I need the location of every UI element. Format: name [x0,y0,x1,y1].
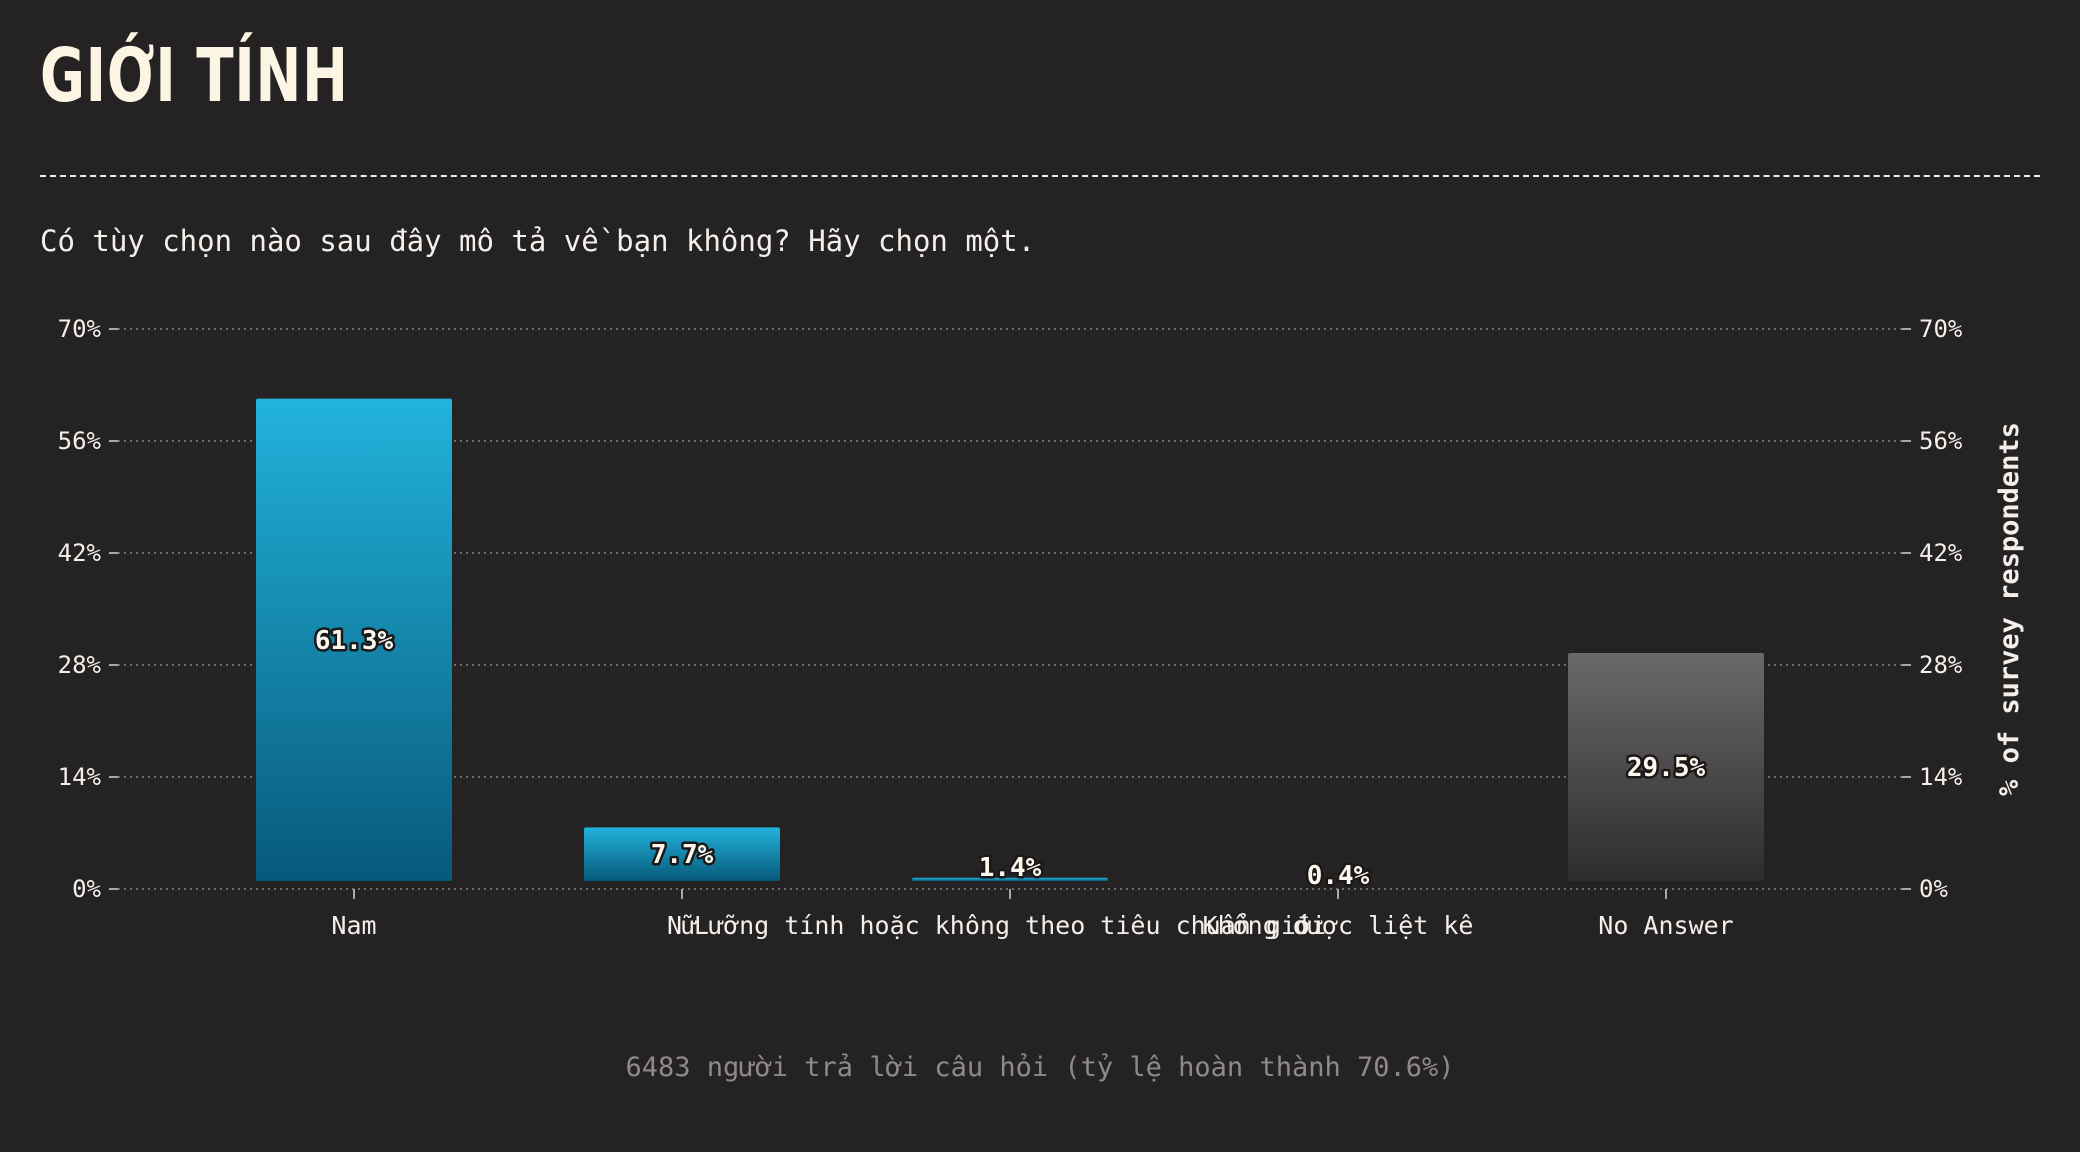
value-label: 7.7% [651,840,714,870]
x-category-label: Không được liệt kê [1203,911,1474,940]
y-tick-label-left: 28% [58,651,102,679]
y-tick-label-right: 28% [1919,651,1963,679]
y-tick-label-right: 42% [1919,539,1963,567]
y-tick-label-left: 56% [58,427,102,455]
y-tick-label-right: 70% [1919,315,1963,343]
value-label: 29.5% [1627,753,1706,783]
x-category-label: Nữ [667,911,697,940]
value-label: 0.4% [1307,861,1370,891]
bars [256,398,1764,881]
y-tick-label-right: 56% [1919,427,1963,455]
respondent-count-note: 6483 người trả lời câu hỏi (tỷ lệ hoàn t… [625,1052,1455,1083]
y-tick-label-right: 0% [1919,875,1948,903]
value-label: 1.4% [979,853,1042,883]
y-tick-label-left: 0% [72,875,101,903]
y-tick-label-left: 70% [58,315,102,343]
bar-chart: 0% 0% 14% 14% 28% 28% 42% 42% 56% 56% 70% 70% Nam 61.… [58,315,2025,940]
y-tick-label-right: 14% [1919,763,1963,791]
value-label: 61.3% [315,626,394,656]
y-tick-label-left: 42% [58,539,102,567]
x-category-label: No Answer [1598,911,1733,940]
x-category-label: Nam [331,911,376,940]
y-axis-title: % of survey respondents [1994,422,2025,796]
y-tick-label-left: 14% [58,763,102,791]
